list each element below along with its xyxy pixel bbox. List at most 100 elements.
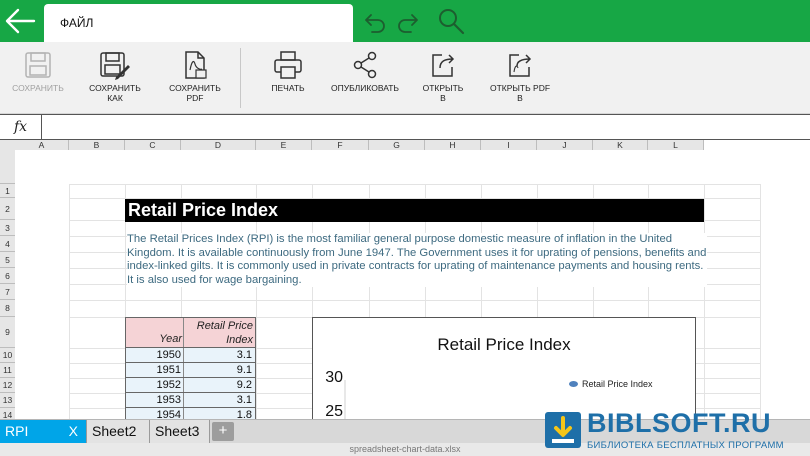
grid-line	[69, 300, 760, 301]
table-row[interactable]: 1951 9.1	[125, 363, 256, 378]
open-pdf-in-label: ОТКРЫТЬ PDF В	[489, 83, 551, 103]
row-header[interactable]: 13	[0, 393, 15, 408]
table-row[interactable]: 1953 3.1	[125, 393, 256, 408]
search-icon	[439, 9, 465, 35]
print-button[interactable]: ПЕЧАТЬ	[260, 42, 316, 114]
table-row[interactable]: 1952 9.2	[125, 378, 256, 393]
print-label: ПЕЧАТЬ	[271, 83, 305, 93]
column-header[interactable]: C	[125, 140, 181, 150]
column-header[interactable]: I	[481, 140, 537, 150]
select-all-corner[interactable]	[0, 140, 15, 150]
row-header[interactable]: 12	[0, 378, 15, 393]
column-header[interactable]: G	[369, 140, 425, 150]
top-bar: ФАЙЛ	[0, 0, 810, 42]
ribbon-divider	[240, 48, 241, 108]
open-in-icon	[432, 54, 455, 77]
add-sheet-button[interactable]: +	[212, 422, 234, 441]
column-header[interactable]: B	[69, 140, 125, 150]
file-tab-label: ФАЙЛ	[60, 16, 94, 30]
row-header[interactable]: 11	[0, 363, 15, 378]
row-header[interactable]: 3	[0, 220, 15, 236]
cell-value: 3.1	[236, 349, 252, 361]
column-header[interactable]: L	[648, 140, 704, 150]
download-logo-icon	[545, 412, 581, 448]
row-header[interactable]: 5	[0, 252, 15, 268]
cell-value: 9.1	[236, 364, 252, 376]
row-header[interactable]: 9	[0, 317, 15, 348]
column-header[interactable]: D	[181, 140, 256, 150]
undo-button[interactable]	[360, 8, 388, 36]
header-year: Year	[159, 333, 182, 345]
open-pdf-in-button[interactable]: ОТКРЫТЬ PDF В	[484, 42, 556, 114]
row-header[interactable]: 2	[0, 198, 15, 220]
save-pdf-label: СОХРАНИТЬ PDF	[169, 83, 221, 103]
sheet-tab-sheet2[interactable]: Sheet2	[87, 420, 150, 443]
header-index: Retail Price Index	[196, 320, 253, 346]
row-header[interactable]: 4	[0, 236, 15, 252]
sheet-tab-label: Sheet3	[155, 423, 200, 439]
column-header[interactable]: J	[537, 140, 593, 150]
redo-icon	[398, 14, 418, 33]
legend-marker	[569, 381, 578, 387]
cell-value: 3.1	[236, 394, 252, 406]
row-header-blank	[0, 150, 15, 184]
function-button[interactable]: fx	[0, 115, 42, 139]
cell-year: 1950	[156, 349, 181, 361]
grid-line	[69, 184, 760, 185]
close-tab-icon[interactable]: X	[69, 420, 78, 442]
column-header[interactable]: H	[425, 140, 481, 150]
cell-year: 1953	[156, 394, 181, 406]
printer-icon	[274, 51, 302, 79]
save-label: СОХРАНИТЬ	[12, 83, 64, 93]
save-icon	[25, 52, 51, 78]
save-pdf-icon	[185, 51, 207, 79]
publish-label: ОПУБЛИКОВАТЬ	[330, 83, 400, 93]
column-header[interactable]: K	[593, 140, 648, 150]
row-header[interactable]: 6	[0, 268, 15, 284]
column-header[interactable]: E	[256, 140, 312, 150]
save-as-label: СОХРАНИТЬ КАК	[89, 83, 141, 103]
file-ribbon: СОХРАНИТЬ СОХРАНИТЬ КАК СОХРАНИТЬ PDF ПЕ…	[0, 42, 810, 114]
formula-input[interactable]	[43, 115, 810, 139]
column-header-filler	[704, 140, 810, 150]
save-button[interactable]: СОХРАНИТЬ	[6, 42, 70, 114]
sheet-tab-sheet3[interactable]: Sheet3	[150, 420, 210, 443]
file-tab[interactable]: ФАЙЛ	[44, 4, 353, 42]
row-header[interactable]: 10	[0, 348, 15, 363]
open-in-label: ОТКРЫТЬ В	[422, 83, 464, 103]
row-header[interactable]: 1	[0, 184, 15, 198]
save-as-button[interactable]: СОХРАНИТЬ КАК	[82, 42, 148, 114]
sheet-title[interactable]: Retail Price Index	[125, 199, 704, 222]
sheet-tab-rpi[interactable]: RPI X	[0, 420, 87, 443]
back-button[interactable]	[2, 4, 40, 38]
rpi-chart[interactable]: Retail Price Index 30 25 Retail Price In…	[312, 317, 696, 420]
formula-bar: fx	[0, 114, 810, 140]
table-row[interactable]: 1950 3.1	[125, 348, 256, 363]
undo-icon	[365, 14, 385, 33]
watermark-name: BIBLSOFT.RU	[587, 408, 771, 438]
redo-button[interactable]	[395, 8, 423, 36]
search-button[interactable]	[436, 6, 466, 36]
publish-button[interactable]: ОПУБЛИКОВАТЬ	[326, 42, 404, 114]
column-header[interactable]: A	[15, 140, 69, 150]
save-as-icon	[100, 52, 130, 80]
cell-year: 1951	[156, 364, 181, 376]
cell-value: 9.2	[236, 379, 252, 391]
grid-line	[760, 184, 761, 420]
spreadsheet-area[interactable]: ABCDEFGHIJKL 1 2 3 4 5 6 7 8 9 10 11 12 13 14 Retail …	[0, 140, 810, 420]
sheet-description[interactable]: The Retail Prices Index (RPI) is the mos…	[127, 233, 707, 288]
save-pdf-button[interactable]: СОХРАНИТЬ PDF	[162, 42, 228, 114]
sheet-tab-label: RPI	[5, 423, 29, 439]
row-header[interactable]: 8	[0, 300, 15, 317]
open-in-button[interactable]: ОТКРЫТЬ В	[414, 42, 472, 114]
watermark: BIBLSOFT.RU БИБЛИОТЕКА БЕСПЛАТНЫХ ПРОГРА…	[543, 408, 810, 456]
arrow-left-icon	[5, 8, 36, 34]
row-header[interactable]: 7	[0, 284, 15, 300]
chart-axes	[344, 380, 346, 420]
column-header[interactable]: F	[312, 140, 369, 150]
sheet-tab-label: Sheet2	[92, 423, 137, 439]
chart-legend: Retail Price Index	[569, 379, 653, 389]
open-pdf-in-icon	[509, 54, 532, 77]
share-icon	[353, 51, 377, 79]
table-header[interactable]: Retail Price Index Year	[125, 317, 256, 348]
